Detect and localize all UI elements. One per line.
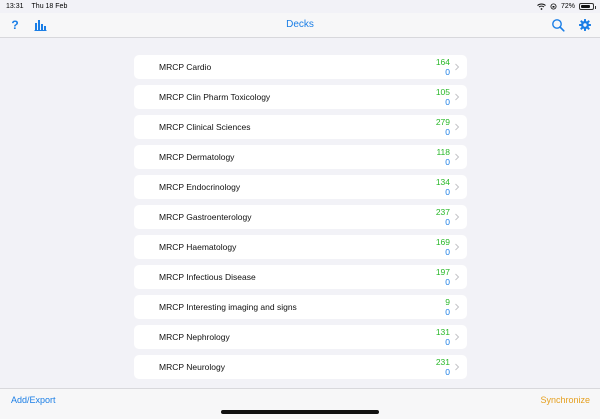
status-time: 13:31 [6,3,24,10]
chevron-right-icon [455,213,460,221]
deck-name: MRCP Dermatology [159,152,235,162]
deck-new-count: 279 [435,117,450,127]
deck-due-count: 0 [445,307,450,317]
deck-row[interactable]: MRCP Dermatology 118 0 [134,145,467,169]
deck-name: MRCP Neurology [159,362,225,372]
home-indicator [221,410,379,414]
gear-icon[interactable] [578,18,592,32]
chevron-right-icon [455,93,460,101]
deck-due-count: 0 [445,277,450,287]
deck-due-count: 0 [445,217,450,227]
synchronize-button[interactable]: Synchronize [540,395,590,405]
deck-due-count: 0 [445,367,450,377]
battery-icon [579,3,596,10]
deck-name: MRCP Endocrinology [159,182,241,192]
deck-row[interactable]: MRCP Clinical Sciences 279 0 [134,115,467,139]
wifi-icon [537,3,546,10]
deck-row[interactable]: MRCP Haematology 169 0 [134,235,467,259]
deck-due-count: 0 [445,97,450,107]
bottom-toolbar: Add/Export Synchronize [0,388,600,419]
deck-new-count: 9 [445,297,450,307]
deck-due-count: 0 [445,337,450,347]
chevron-right-icon [455,63,460,71]
orientation-lock-icon [550,3,557,10]
deck-new-count: 134 [435,177,450,187]
deck-row[interactable]: MRCP Infectious Disease 197 0 [134,265,467,289]
deck-row[interactable]: MRCP Gastroenterology 237 0 [134,205,467,229]
deck-new-count: 169 [435,237,450,247]
deck-row[interactable]: MRCP Endocrinology 134 0 [134,175,467,199]
deck-name: MRCP Haematology [159,242,237,252]
deck-new-count: 231 [435,357,450,367]
page-title: Decks [286,19,314,30]
search-icon[interactable] [551,18,565,32]
deck-new-count: 197 [435,267,450,277]
deck-new-count: 118 [436,147,450,157]
deck-due-count: 0 [445,67,450,77]
deck-due-count: 0 [445,247,450,257]
deck-name: MRCP Clinical Sciences [159,122,251,132]
deck-new-count: 131 [435,327,450,337]
chevron-right-icon [455,153,460,161]
chevron-right-icon [455,333,460,341]
deck-name: MRCP Infectious Disease [159,272,256,282]
deck-list: MRCP Cardio 164 0 MRCP Clin Pharm Toxico… [134,55,467,385]
status-date: Thu 18 Feb [31,3,68,10]
nav-bar: ? Decks [0,13,600,38]
deck-due-count: 0 [445,127,450,137]
deck-name: MRCP Gastroenterology [159,212,252,222]
status-bar: 13:31 Thu 18 Feb 72% [0,0,600,13]
chevron-right-icon [455,183,460,191]
chevron-right-icon [455,123,460,131]
deck-new-count: 237 [435,207,450,217]
deck-row[interactable]: MRCP Clin Pharm Toxicology 105 0 [134,85,467,109]
deck-name: MRCP Cardio [159,62,212,72]
deck-new-count: 105 [435,87,450,97]
chevron-right-icon [455,243,460,251]
deck-name: MRCP Interesting imaging and signs [159,302,297,312]
deck-new-count: 164 [435,57,450,67]
deck-row[interactable]: MRCP Neurology 231 0 [134,355,467,379]
deck-row[interactable]: MRCP Cardio 164 0 [134,55,467,79]
deck-due-count: 0 [445,157,450,167]
deck-name: MRCP Clin Pharm Toxicology [159,92,271,102]
chevron-right-icon [455,363,460,371]
deck-row[interactable]: MRCP Nephrology 131 0 [134,325,467,349]
deck-row[interactable]: MRCP Interesting imaging and signs 9 0 [134,295,467,319]
add-export-button[interactable]: Add/Export [11,395,56,405]
battery-percent: 72% [560,3,575,10]
deck-due-count: 0 [445,187,450,197]
deck-name: MRCP Nephrology [159,332,230,342]
chevron-right-icon [455,303,460,311]
chevron-right-icon [455,273,460,281]
